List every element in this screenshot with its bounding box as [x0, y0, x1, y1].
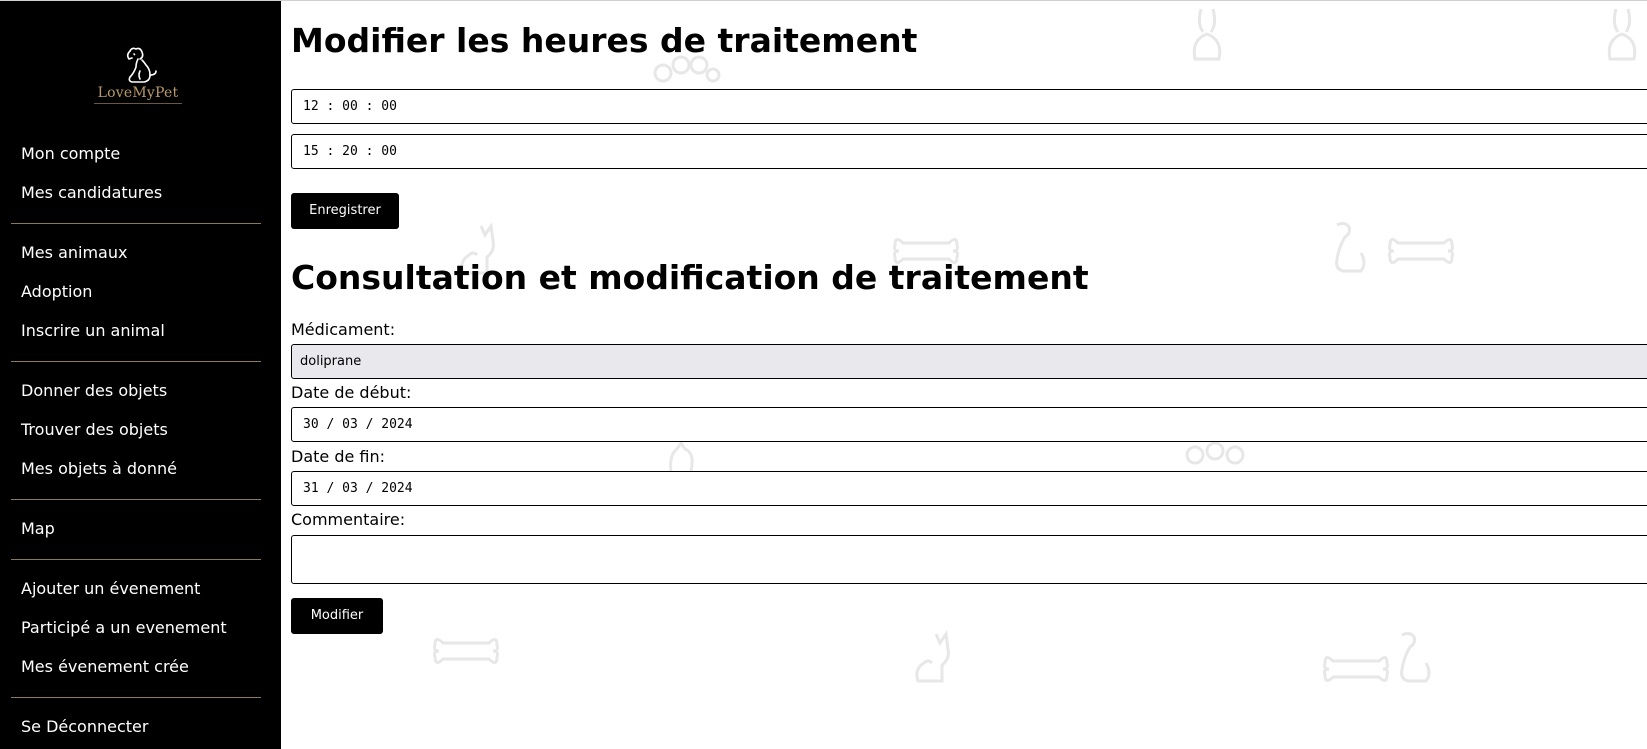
start-date-input[interactable]: 30 / 03 / 2024: [291, 407, 1647, 442]
paw-watermark-icon: [1185, 441, 1245, 465]
hours-section-title: Modifier les heures de traitement: [291, 21, 918, 60]
nav-divider: [11, 499, 261, 500]
end-date-label: Date de fin:: [291, 447, 386, 466]
dog-watermark-icon: [1335, 221, 1366, 273]
nav-mes-animaux[interactable]: Mes animaux: [21, 243, 127, 263]
dog-logo-icon: [126, 47, 157, 83]
nav-adoption[interactable]: Adoption: [21, 282, 92, 302]
nav-divider: [11, 361, 261, 362]
medicament-label: Médicament:: [291, 320, 396, 339]
treatment-section-title: Consultation et modification de traiteme…: [291, 258, 1089, 297]
bone-watermark-icon: [1388, 238, 1454, 264]
nav-mes-evenement-cree[interactable]: Mes évenement crée: [21, 657, 189, 677]
brand-logo[interactable]: LoveMyPet: [88, 45, 188, 111]
sidebar: LoveMyPet Mon compte Mes candidatures Me…: [0, 1, 281, 749]
nav-mes-objets-donne[interactable]: Mes objets à donné: [21, 459, 177, 479]
comment-label: Commentaire:: [291, 510, 406, 529]
nav-trouver-objets[interactable]: Trouver des objets: [21, 420, 168, 440]
dog-watermark-icon: [1400, 631, 1431, 683]
bone-watermark-icon: [433, 638, 499, 664]
nav-se-deconnecter[interactable]: Se Déconnecter: [21, 717, 148, 737]
nav-mon-compte[interactable]: Mon compte: [21, 144, 120, 164]
nav-participe-evenement[interactable]: Participé a un evenement: [21, 618, 227, 638]
nav-inscrire-animal[interactable]: Inscrire un animal: [21, 321, 165, 341]
nav-donner-objets[interactable]: Donner des objets: [21, 381, 167, 401]
rabbit-watermark-icon: [1607, 8, 1637, 61]
start-date-label: Date de début:: [291, 383, 412, 402]
nav-map[interactable]: Map: [21, 519, 55, 539]
end-date-input[interactable]: 31 / 03 / 2024: [291, 471, 1647, 506]
save-button[interactable]: Enregistrer: [291, 193, 399, 229]
nav-divider: [11, 223, 261, 224]
comment-textarea[interactable]: [291, 535, 1647, 584]
nav-divider: [11, 559, 261, 560]
nav-ajouter-evenement[interactable]: Ajouter un évenement: [21, 579, 200, 599]
cat-watermark-icon: [669, 441, 694, 471]
cat-watermark-icon: [915, 629, 950, 683]
brand-name: LoveMyPet: [97, 85, 179, 101]
nav-mes-candidatures[interactable]: Mes candidatures: [21, 183, 162, 203]
modify-button[interactable]: Modifier: [291, 598, 383, 634]
time-input-2[interactable]: 15 : 20 : 00: [291, 134, 1647, 169]
bone-watermark-icon: [1323, 656, 1389, 682]
brand-underline: [94, 103, 182, 104]
rabbit-watermark-icon: [1192, 8, 1222, 61]
time-input-1[interactable]: 12 : 00 : 00: [291, 89, 1647, 124]
medicament-field[interactable]: doliprane: [291, 344, 1647, 379]
main-content: Modifier les heures de traitement 12 : 0…: [281, 1, 1647, 749]
nav-divider: [11, 697, 261, 698]
